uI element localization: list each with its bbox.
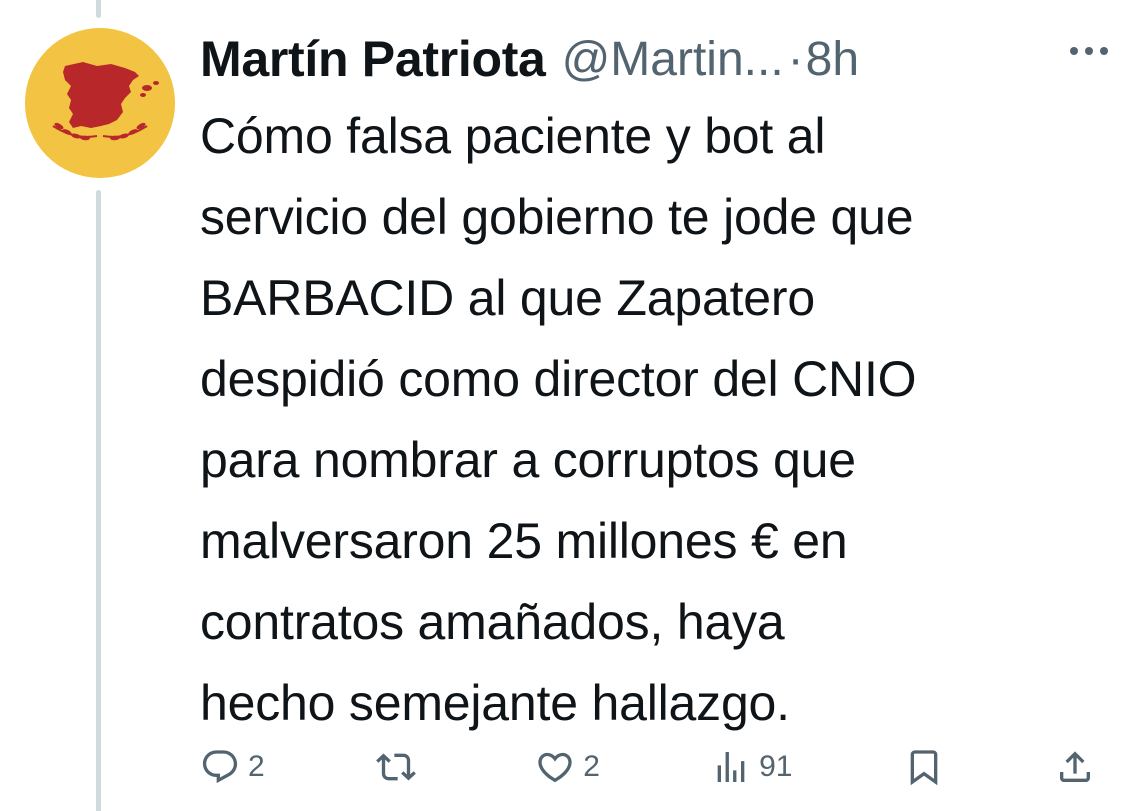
reply-button[interactable]: 2 bbox=[200, 747, 265, 787]
like-button[interactable]: 2 bbox=[535, 747, 600, 787]
spain-map-logo bbox=[25, 28, 175, 178]
thread-line bbox=[96, 190, 101, 811]
avatar[interactable] bbox=[25, 28, 175, 178]
retweet-icon bbox=[376, 753, 416, 781]
heart-icon bbox=[538, 752, 572, 783]
share-button[interactable] bbox=[1055, 747, 1095, 787]
more-dots-icon bbox=[1070, 47, 1108, 55]
separator-dot: · bbox=[787, 32, 804, 86]
share-icon bbox=[1060, 751, 1090, 782]
tweet-text-line: servicio del gobierno te jode que bbox=[200, 189, 914, 245]
reply-icon bbox=[202, 750, 238, 784]
tweet-text-line: Cómo falsa paciente y bot al bbox=[200, 108, 826, 164]
author-name[interactable]: Martín Patriota bbox=[200, 30, 546, 88]
tweet-text-line: malversaron 25 millones € en bbox=[200, 513, 848, 569]
tweet-text-line: BARBACID al que Zapatero bbox=[200, 270, 815, 326]
tweet-text-line: despidió como director del CNIO bbox=[200, 351, 917, 407]
bookmark-icon bbox=[910, 750, 938, 786]
views-icon bbox=[717, 752, 745, 782]
retweet-button[interactable] bbox=[376, 747, 424, 787]
more-options-button[interactable] bbox=[1067, 30, 1111, 64]
bookmark-button[interactable] bbox=[904, 747, 944, 787]
tweet-header: Martín Patriota @Martin... · 8h bbox=[200, 24, 1105, 94]
thread-line-top bbox=[96, 0, 101, 18]
views-button[interactable]: 91 bbox=[711, 747, 793, 787]
tweet-text: Cómo falsa paciente y bot al servicio de… bbox=[200, 96, 1105, 744]
tweet-text-line: hecho semejante hallazgo. bbox=[200, 675, 790, 731]
tweet-text-line: contratos amañados, haya bbox=[200, 594, 785, 650]
tweet-actions: 2 2 91 bbox=[200, 742, 1095, 792]
timestamp[interactable]: 8h bbox=[806, 32, 859, 87]
reply-count: 2 bbox=[248, 750, 265, 783]
views-count: 91 bbox=[759, 750, 793, 783]
author-handle[interactable]: @Martin... bbox=[562, 32, 784, 87]
like-count: 2 bbox=[583, 750, 600, 783]
tweet-text-line: para nombrar a corruptos que bbox=[200, 432, 856, 488]
